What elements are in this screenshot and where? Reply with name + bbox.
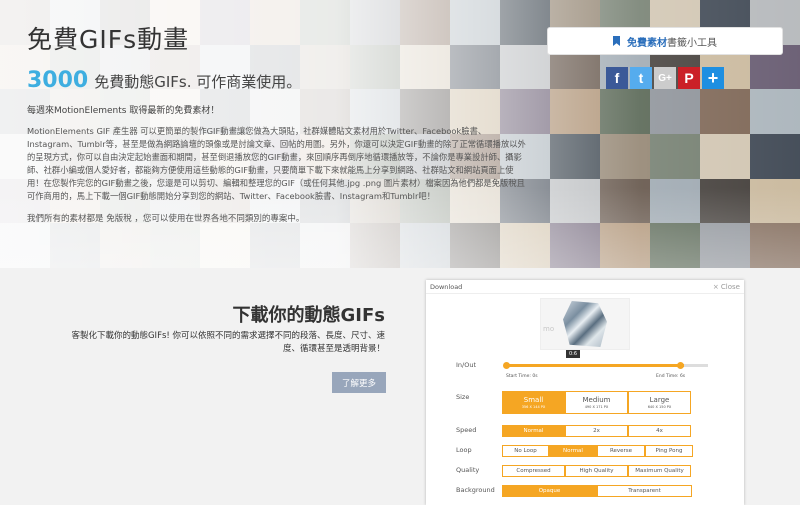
loop-option-label: No Loop: [514, 448, 537, 454]
background-label: Background: [456, 486, 495, 494]
trim-start-handle[interactable]: [503, 362, 510, 369]
size-option-dims: 356 X 144 PX: [521, 405, 546, 409]
size-option-label: Medium: [582, 396, 611, 404]
start-time-label: Start Time: 0s: [506, 374, 538, 379]
hero-subtitle-text: 免費動態GIFs. 可作商業使用。: [94, 73, 302, 91]
size-option-dims: 490 X 171 PX: [584, 405, 609, 409]
loop-label: Loop: [456, 446, 472, 454]
background-option-label: Opaque: [538, 488, 561, 494]
size-options: Small 356 X 144 PX Medium 490 X 171 PX Large…: [502, 391, 691, 414]
bookmark-tool-highlight: 免費素材: [627, 37, 667, 49]
download-title: 下載你的動態GIFs: [232, 305, 385, 326]
speed-options: Normal 2x 4x: [502, 425, 691, 437]
learn-more-button[interactable]: 了解更多: [332, 372, 386, 393]
size-option-label: Large: [649, 396, 670, 404]
size-label: Size: [456, 393, 470, 401]
speed-option-label: 2x: [593, 428, 600, 434]
background-option[interactable]: Transparent: [597, 485, 692, 497]
hero-description: MotionElements GIF 產生器 可以更簡單的製作GIF動畫讓您做為…: [27, 126, 526, 201]
download-panel: Download × Close mo 0:6 In/Out Start Tim…: [426, 280, 744, 505]
quality-option[interactable]: Compressed: [502, 465, 565, 477]
close-button[interactable]: × Close: [713, 283, 740, 291]
loop-option[interactable]: Reverse: [597, 445, 645, 457]
google-plus-icon[interactable]: G+: [654, 67, 676, 89]
gif-preview: mo: [540, 298, 630, 350]
panel-header: Download × Close: [426, 280, 744, 294]
panel-title: Download: [430, 282, 463, 291]
facebook-icon[interactable]: f: [606, 67, 628, 89]
crystal-preview-image: [563, 301, 607, 347]
quality-option[interactable]: High Quality: [565, 465, 628, 477]
speed-option[interactable]: 4x: [628, 425, 691, 437]
quality-option-label: Compressed: [516, 468, 551, 474]
inout-label: In/Out: [456, 361, 477, 369]
share-buttons: f t G+ P +: [606, 67, 724, 89]
page-title: 免費GIFs動畫: [27, 25, 190, 54]
quality-options: Compressed High Quality Maximum Quality: [502, 465, 691, 477]
bookmark-icon: [613, 36, 620, 46]
size-option[interactable]: Medium 490 X 171 PX: [565, 391, 628, 414]
loop-option-label: Ping Pong: [655, 448, 683, 454]
loop-option[interactable]: No Loop: [502, 445, 549, 457]
background-option[interactable]: Opaque: [502, 485, 597, 497]
size-option-dims: 640 X 150 PX: [647, 405, 672, 409]
loop-option-label: Normal: [563, 448, 583, 454]
trim-slider-fill[interactable]: [506, 364, 684, 367]
background-option-label: Transparent: [628, 488, 661, 494]
speed-label: Speed: [456, 426, 477, 434]
bookmark-tool-button[interactable]: 免費素材 書籤小工具: [547, 27, 783, 55]
twitter-icon[interactable]: t: [630, 67, 652, 89]
loop-option[interactable]: Ping Pong: [645, 445, 693, 457]
quality-option-label: High Quality: [579, 468, 614, 474]
quality-label: Quality: [456, 466, 480, 474]
speed-option-label: 4x: [656, 428, 663, 434]
speed-option-label: Normal: [523, 428, 544, 434]
speed-option[interactable]: 2x: [565, 425, 628, 437]
hero-subtitle: 3000 免費動態GIFs. 可作商業使用。: [27, 68, 537, 93]
size-option[interactable]: Small 356 X 144 PX: [502, 391, 565, 414]
speed-option[interactable]: Normal: [502, 425, 565, 437]
size-option-label: Small: [523, 396, 544, 404]
weekly-text: 每週來MotionElements 取得最新的免費素材！: [27, 106, 220, 116]
background-options: Opaque Transparent: [502, 485, 692, 497]
download-description: 客製化下載你的動態GIFs! 你可以依照不同的需求選擇不同的段落、長度、尺寸、速…: [71, 331, 385, 354]
royalty-note: 我們所有的素材都是 免版稅 ，您可以使用在世界各地不同類別的專案中。: [27, 214, 305, 224]
loop-options: No Loop Normal Reverse Ping Pong: [502, 445, 693, 457]
trim-end-handle[interactable]: [676, 362, 684, 369]
watermark-text: mo: [543, 325, 555, 333]
bookmark-tool-label: 書籤小工具: [667, 37, 717, 49]
quality-option[interactable]: Maximum Quality: [628, 465, 691, 477]
hero-content: 免費GIFs動畫 3000 免費動態GIFs. 可作商業使用。 每週來Motio…: [27, 20, 537, 224]
loop-option-label: Reverse: [609, 448, 633, 454]
size-option[interactable]: Large 640 X 150 PX: [628, 391, 691, 414]
gif-count: 3000: [27, 68, 89, 93]
share-more-icon[interactable]: +: [702, 67, 724, 89]
pinterest-icon[interactable]: P: [678, 67, 700, 89]
trim-slider-track[interactable]: [684, 364, 708, 367]
end-time-label: End Time: 6s: [656, 374, 686, 379]
quality-option-label: Maximum Quality: [635, 468, 684, 474]
loop-option[interactable]: Normal: [549, 445, 597, 457]
current-time-tag: 0:6: [566, 350, 580, 358]
